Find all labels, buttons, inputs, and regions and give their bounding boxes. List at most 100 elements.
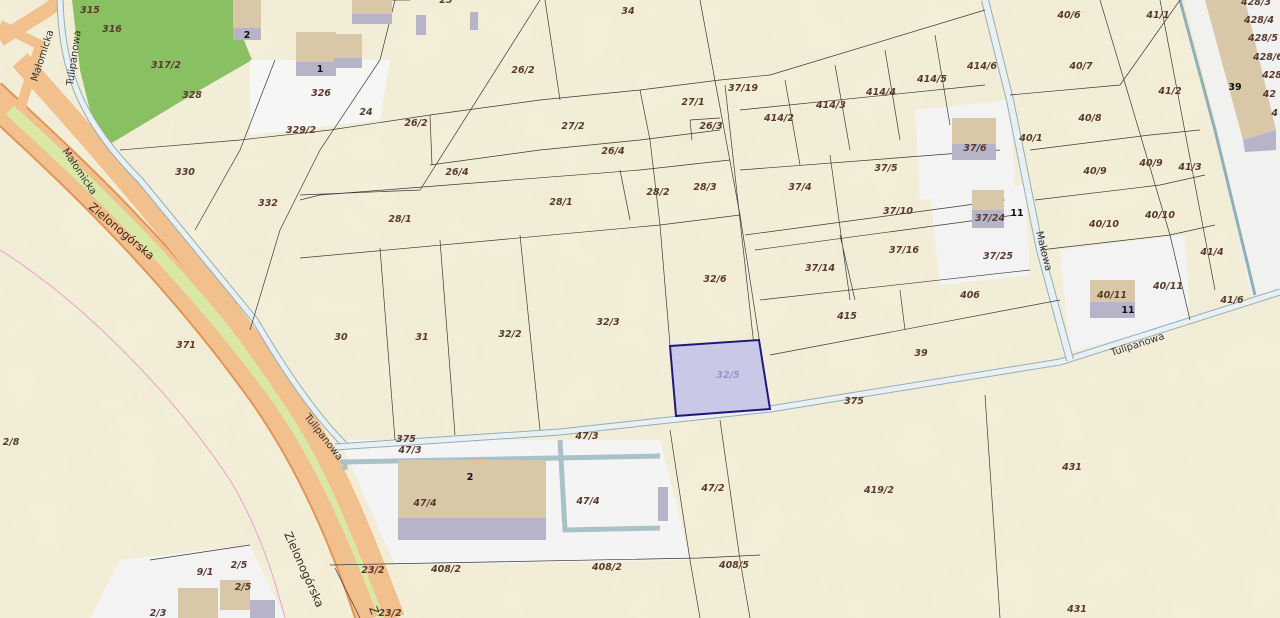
parcel-label: 27/1 xyxy=(681,97,704,108)
parcel-label: 4 xyxy=(1270,108,1278,119)
parcel-label: 37/25 xyxy=(983,251,1013,262)
parcel-label: 419/2 xyxy=(863,485,894,496)
parcel-label: 428/5 xyxy=(1247,33,1278,44)
parcel-label: 408/2 xyxy=(591,562,622,573)
parcel-label: 332 xyxy=(258,198,278,209)
parcel-label: 28/1 xyxy=(549,197,572,208)
parcel-label: 2/8 xyxy=(3,437,20,448)
parcel-label: 406 xyxy=(959,290,980,301)
parcel-label: 414/3 xyxy=(815,100,846,111)
parcel-label: 25 xyxy=(439,0,453,6)
parcel-label: 32/3 xyxy=(596,317,620,328)
parcel-label: 40/6 xyxy=(1056,10,1081,21)
parcel-label: 41/3 xyxy=(1177,162,1202,173)
parcel-label: 26/4 xyxy=(445,167,469,178)
parcel-label: 414/5 xyxy=(916,74,947,85)
parcel-label: 40/11 xyxy=(1152,281,1183,292)
parcel-label: 47/4 xyxy=(412,498,437,509)
parcel-label: 317/2 xyxy=(151,60,181,71)
parcel-label: 37/14 xyxy=(805,263,835,274)
parcel-label: 47/3 xyxy=(397,445,422,456)
parcel-label: 40/10 xyxy=(1088,219,1119,230)
parcel-label: 431 xyxy=(1061,462,1082,473)
parcel-label: 24 xyxy=(359,107,373,118)
parcel-label: 42 xyxy=(1262,89,1277,100)
building-small-parking xyxy=(658,487,668,521)
parcel-label: 2/5 xyxy=(231,560,248,571)
parcel-label: 26/2 xyxy=(511,65,535,76)
parcel-label: 415 xyxy=(836,311,857,322)
parcel-label: 428/4 xyxy=(1243,15,1274,26)
parcel-label: 2/5 xyxy=(235,582,252,593)
parcel-label: 40/7 xyxy=(1068,61,1093,72)
parcel-label: 39 xyxy=(914,348,928,359)
house-number: 11 xyxy=(1121,305,1134,316)
building-tiny-1 xyxy=(416,15,426,35)
parcel-label: 37/16 xyxy=(889,245,919,256)
parcel-label: 37/6 xyxy=(963,143,987,154)
parcel-label: 26/3 xyxy=(699,121,723,132)
parcel-label: 40/1 xyxy=(1018,133,1042,144)
house-number: 2 xyxy=(467,472,474,483)
parcel-label: 31 xyxy=(415,332,428,343)
parcel-label: 371 xyxy=(176,340,196,351)
house-number: 11 xyxy=(1010,208,1023,219)
parcel-label: 37/5 xyxy=(874,163,898,174)
parcel-label: 329/2 xyxy=(286,125,316,136)
parcel-label: 2/3 xyxy=(150,608,167,618)
house-number: 2 xyxy=(244,30,251,41)
parcel-label: 37/24 xyxy=(975,213,1005,224)
parcel-label: 41/2 xyxy=(1157,86,1182,97)
parcel-label: 28/2 xyxy=(646,187,670,198)
parcel-label: 326 xyxy=(311,88,331,99)
parcel-label: 330 xyxy=(175,167,195,178)
parcel-label: 41/4 xyxy=(1199,247,1224,258)
parcel-label: 47/3 xyxy=(574,431,599,442)
parcel-label: 27/2 xyxy=(561,121,585,132)
parcel-label: 428/3 xyxy=(1240,0,1271,8)
parcel-label: 28/1 xyxy=(388,214,411,225)
building-top-small xyxy=(352,0,392,24)
parcel-label: 9/1 xyxy=(197,567,214,578)
parcel-label: 408/5 xyxy=(718,560,749,571)
parcel-label: 34 xyxy=(621,6,635,17)
parcel-label: 26/2 xyxy=(404,118,428,129)
parcel-label: 375 xyxy=(396,434,416,445)
parcel-label: 40/9 xyxy=(1138,158,1163,169)
parcel-label: 428 xyxy=(1261,70,1280,81)
parcel-label: 23/2 xyxy=(378,608,402,618)
parcel-label: 40/8 xyxy=(1077,113,1102,124)
parcel-label: 431 xyxy=(1066,604,1087,615)
parcel-label: 47/4 xyxy=(575,496,600,507)
parcel-label: 375 xyxy=(844,396,864,407)
parcel-label: 40/10 xyxy=(1144,210,1175,221)
parcel-label-32-5: 32/5 xyxy=(716,370,740,381)
parcel-label: 315 xyxy=(80,5,100,16)
parcel-label: 30 xyxy=(334,332,348,343)
parcel-label: 428/6 xyxy=(1252,52,1280,63)
parcel-label: 316 xyxy=(102,24,122,35)
cadastral-map[interactable]: 32/5 Zielonogórska Zielonogórska Z Tulip… xyxy=(0,0,1280,618)
parcel-label: 40/11 xyxy=(1096,290,1127,301)
parcel-label: 37/4 xyxy=(788,182,812,193)
building-tiny-2 xyxy=(470,12,478,30)
parcel-label: 37/19 xyxy=(728,83,758,94)
parcel-label: 37/10 xyxy=(883,206,913,217)
parcel-label: 32/6 xyxy=(703,274,727,285)
parcel-label: 41/6 xyxy=(1219,295,1244,306)
house-number: 39 xyxy=(1228,82,1241,93)
parcel-label: 40/9 xyxy=(1082,166,1107,177)
parcel-32-5-highlight[interactable]: 32/5 xyxy=(668,338,772,418)
parcel-label: 47/2 xyxy=(700,483,725,494)
parcel-label: 41/1 xyxy=(1145,10,1169,21)
parcel-label: 414/4 xyxy=(865,87,896,98)
parcel-label: 23/2 xyxy=(361,565,385,576)
parcel-label: 32/2 xyxy=(498,329,522,340)
parcel-label: 408/2 xyxy=(430,564,461,575)
parcel-label: 414/6 xyxy=(966,61,997,72)
parcel-label: 26/4 xyxy=(601,146,625,157)
parcel-label: 328 xyxy=(182,90,202,101)
parcel-label: 414/2 xyxy=(763,113,794,124)
house-number: 1 xyxy=(317,64,324,75)
parcel-label: 28/3 xyxy=(693,182,717,193)
